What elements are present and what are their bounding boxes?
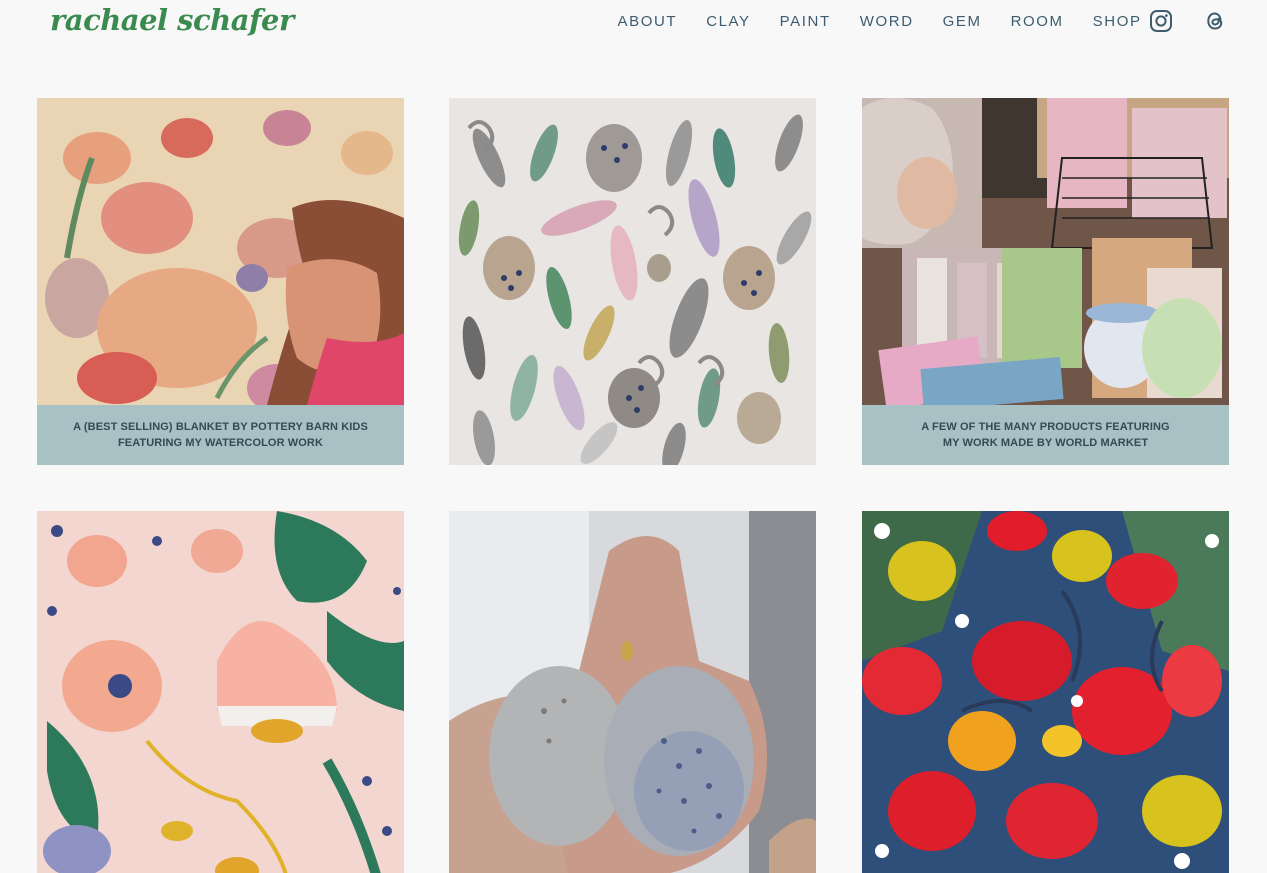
nav-item-room[interactable]: ROOM — [1011, 13, 1064, 30]
gallery-tile-tropical-flowers[interactable] — [862, 511, 1229, 873]
site-header: rachael schafer ABOUT CLAY PAINT WORD GE… — [0, 0, 1267, 60]
gallery-tile-ceramic-eggs[interactable] — [449, 511, 816, 873]
tile-caption: A (BEST SELLING) BLANKET BY POTTERY BARN… — [37, 405, 404, 465]
instagram-icon[interactable] — [1149, 9, 1173, 33]
ceramic-eggs-image — [449, 511, 816, 873]
logo-text: rachael schafer — [50, 3, 294, 37]
nav-item-paint[interactable]: PAINT — [780, 13, 831, 30]
threads-icon[interactable] — [1204, 9, 1226, 33]
nav-item-about[interactable]: ABOUT — [618, 13, 678, 30]
gallery-tile-feathers[interactable] — [449, 98, 816, 465]
site-logo[interactable]: rachael schafer — [50, 2, 294, 42]
nav-item-word[interactable]: WORD — [860, 13, 914, 30]
tropical-flowers-image — [862, 511, 1229, 873]
caption-line: A (BEST SELLING) BLANKET BY POTTERY BARN… — [73, 421, 368, 433]
nav-item-clay[interactable]: CLAY — [706, 13, 750, 30]
nav-item-gem[interactable]: GEM — [943, 13, 982, 30]
caption-line: FEATURING MY WATERCOLOR WORK — [117, 437, 324, 449]
gallery-tile-pink-floral[interactable] — [37, 511, 404, 873]
caption-line: A FEW OF THE MANY PRODUCTS FEATURING — [921, 421, 1170, 433]
gallery-tile-blanket[interactable]: A (BEST SELLING) BLANKET BY POTTERY BARN… — [37, 98, 404, 465]
nav-item-shop[interactable]: SHOP — [1093, 13, 1142, 30]
tile-caption: A FEW OF THE MANY PRODUCTS FEATURING MY … — [862, 405, 1229, 465]
main-nav: ABOUT CLAY PAINT WORD GEM ROOM SHOP — [603, 10, 1156, 32]
gallery-tile-world-market[interactable]: A FEW OF THE MANY PRODUCTS FEATURING MY … — [862, 98, 1229, 465]
pink-floral-image — [37, 511, 404, 873]
feathers-eggs-image — [449, 98, 816, 465]
caption-line: MY WORK MADE BY WORLD MARKET — [942, 437, 1149, 449]
